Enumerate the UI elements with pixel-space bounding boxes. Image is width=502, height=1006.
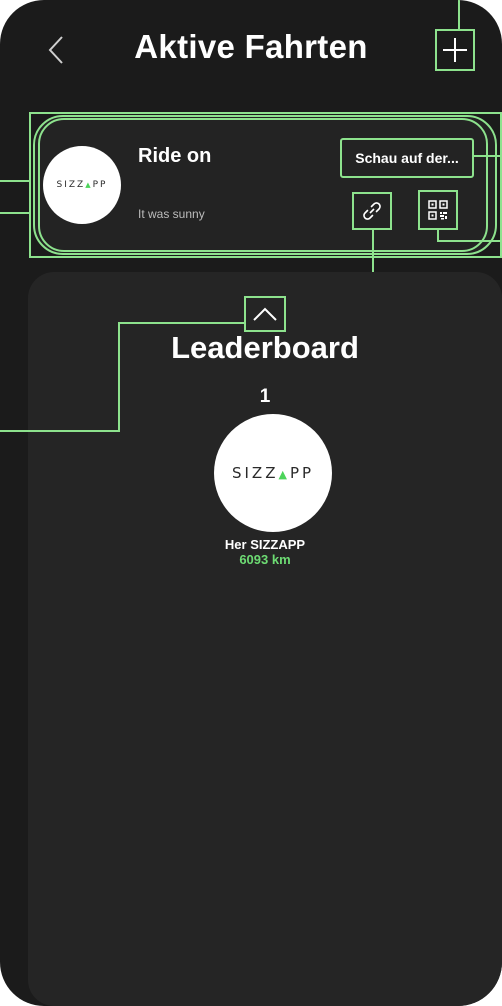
collapse-leaderboard-button[interactable] (244, 296, 286, 332)
qr-code-button[interactable] (418, 190, 458, 230)
annotation-line (0, 212, 30, 214)
add-ride-button[interactable] (435, 29, 475, 71)
leader-rank: 1 (259, 386, 271, 407)
annotation-line (118, 322, 246, 324)
leader-name: Her SIZZAPP (224, 537, 306, 552)
share-link-button[interactable] (352, 192, 392, 230)
view-on-map-button[interactable]: Schau auf der... (340, 138, 474, 178)
qr-code-icon (428, 200, 448, 220)
annotation-line (458, 0, 460, 29)
annotation-line (0, 180, 30, 182)
page-title: Aktive Fahrten (134, 28, 368, 65)
leader-avatar[interactable]: SIZZ▲PP (214, 414, 332, 532)
app-screen: Aktive Fahrten SIZZ▲PP Ride on It was su… (0, 0, 502, 1006)
annotation-line (474, 155, 502, 157)
leaderboard-title: Leaderboard (171, 330, 359, 365)
sizzapp-logo: SIZZ▲PP (56, 180, 108, 190)
header: Aktive Fahrten (0, 0, 502, 100)
link-icon (363, 202, 381, 220)
annotation-line (0, 430, 120, 432)
leaderboard-panel (28, 272, 502, 1006)
ride-title: Ride on (138, 145, 212, 167)
chevron-up-icon (253, 307, 277, 321)
annotation-line (437, 240, 502, 242)
leader-distance: 6093 km (239, 552, 291, 567)
sizzapp-logo: SIZZ▲PP (231, 464, 315, 482)
ride-avatar: SIZZ▲PP (43, 146, 121, 224)
plus-icon (443, 38, 467, 62)
ride-subtitle: It was sunny (138, 207, 205, 221)
